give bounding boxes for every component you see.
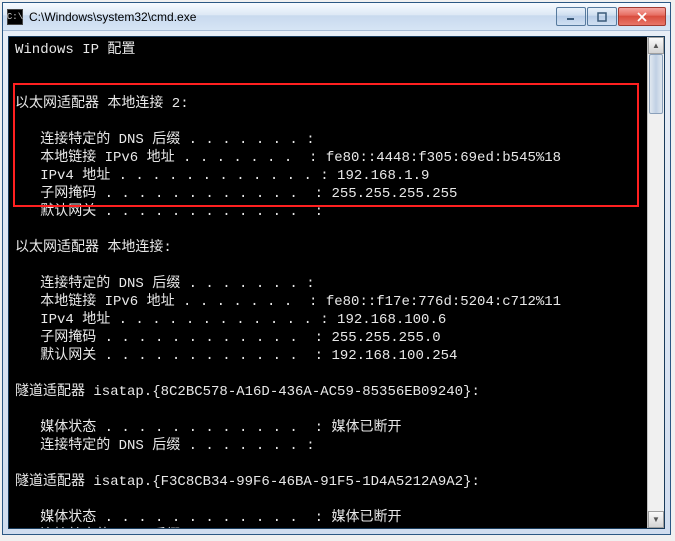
maximize-button[interactable] [587, 7, 617, 26]
close-icon [637, 12, 647, 22]
cmd-window: C:\ C:\Windows\system32\cmd.exe Windows … [2, 2, 671, 535]
titlebar[interactable]: C:\ C:\Windows\system32\cmd.exe [3, 3, 670, 31]
config-row: 连接特定的 DNS 后缀 . . . . . . . : [15, 437, 658, 455]
close-button[interactable] [618, 7, 666, 26]
config-row: 媒体状态 . . . . . . . . . . . . : 媒体已断开 [15, 509, 658, 527]
minimize-icon [566, 12, 576, 22]
scroll-down-button[interactable]: ▼ [648, 511, 664, 528]
section-title: 以太网适配器 本地连接 2: [15, 95, 658, 113]
config-row: 连接特定的 DNS 后缀 . . . . . . . : [15, 527, 658, 528]
scroll-track[interactable] [648, 54, 664, 511]
config-row: 连接特定的 DNS 后缀 . . . . . . . : [15, 275, 658, 293]
config-row: 默认网关 . . . . . . . . . . . . : [15, 203, 658, 221]
scroll-up-button[interactable]: ▲ [648, 37, 664, 54]
window-controls [556, 7, 666, 26]
config-row: IPv4 地址 . . . . . . . . . . . . : 192.16… [15, 311, 658, 329]
vertical-scrollbar[interactable]: ▲ ▼ [647, 37, 664, 528]
section-title: 以太网适配器 本地连接: [15, 239, 658, 257]
section-title: 隧道适配器 isatap.{8C2BC578-A16D-436A-AC59-85… [15, 383, 658, 401]
window-title: C:\Windows\system32\cmd.exe [29, 10, 556, 24]
config-row: 子网掩码 . . . . . . . . . . . . : 255.255.2… [15, 329, 658, 347]
config-row: 默认网关 . . . . . . . . . . . . : 192.168.1… [15, 347, 658, 365]
scroll-thumb[interactable] [649, 54, 663, 114]
config-row: 本地链接 IPv6 地址 . . . . . . . : fe80::4448:… [15, 149, 658, 167]
client-area: Windows IP 配置 以太网适配器 本地连接 2: 连接特定的 DNS 后… [8, 36, 665, 529]
config-row: 连接特定的 DNS 后缀 . . . . . . . : [15, 131, 658, 149]
config-row: 子网掩码 . . . . . . . . . . . . : 255.255.2… [15, 185, 658, 203]
config-row: 媒体状态 . . . . . . . . . . . . : 媒体已断开 [15, 419, 658, 437]
console-output[interactable]: Windows IP 配置 以太网适配器 本地连接 2: 连接特定的 DNS 后… [9, 37, 664, 528]
section-title: 隧道适配器 isatap.{F3C8CB34-99F6-46BA-91F5-1D… [15, 473, 658, 491]
minimize-button[interactable] [556, 7, 586, 26]
cmd-icon: C:\ [7, 9, 23, 25]
ipconfig-header: Windows IP 配置 [15, 41, 658, 59]
maximize-icon [597, 12, 607, 22]
config-row: 本地链接 IPv6 地址 . . . . . . . : fe80::f17e:… [15, 293, 658, 311]
config-row: IPv4 地址 . . . . . . . . . . . . : 192.16… [15, 167, 658, 185]
